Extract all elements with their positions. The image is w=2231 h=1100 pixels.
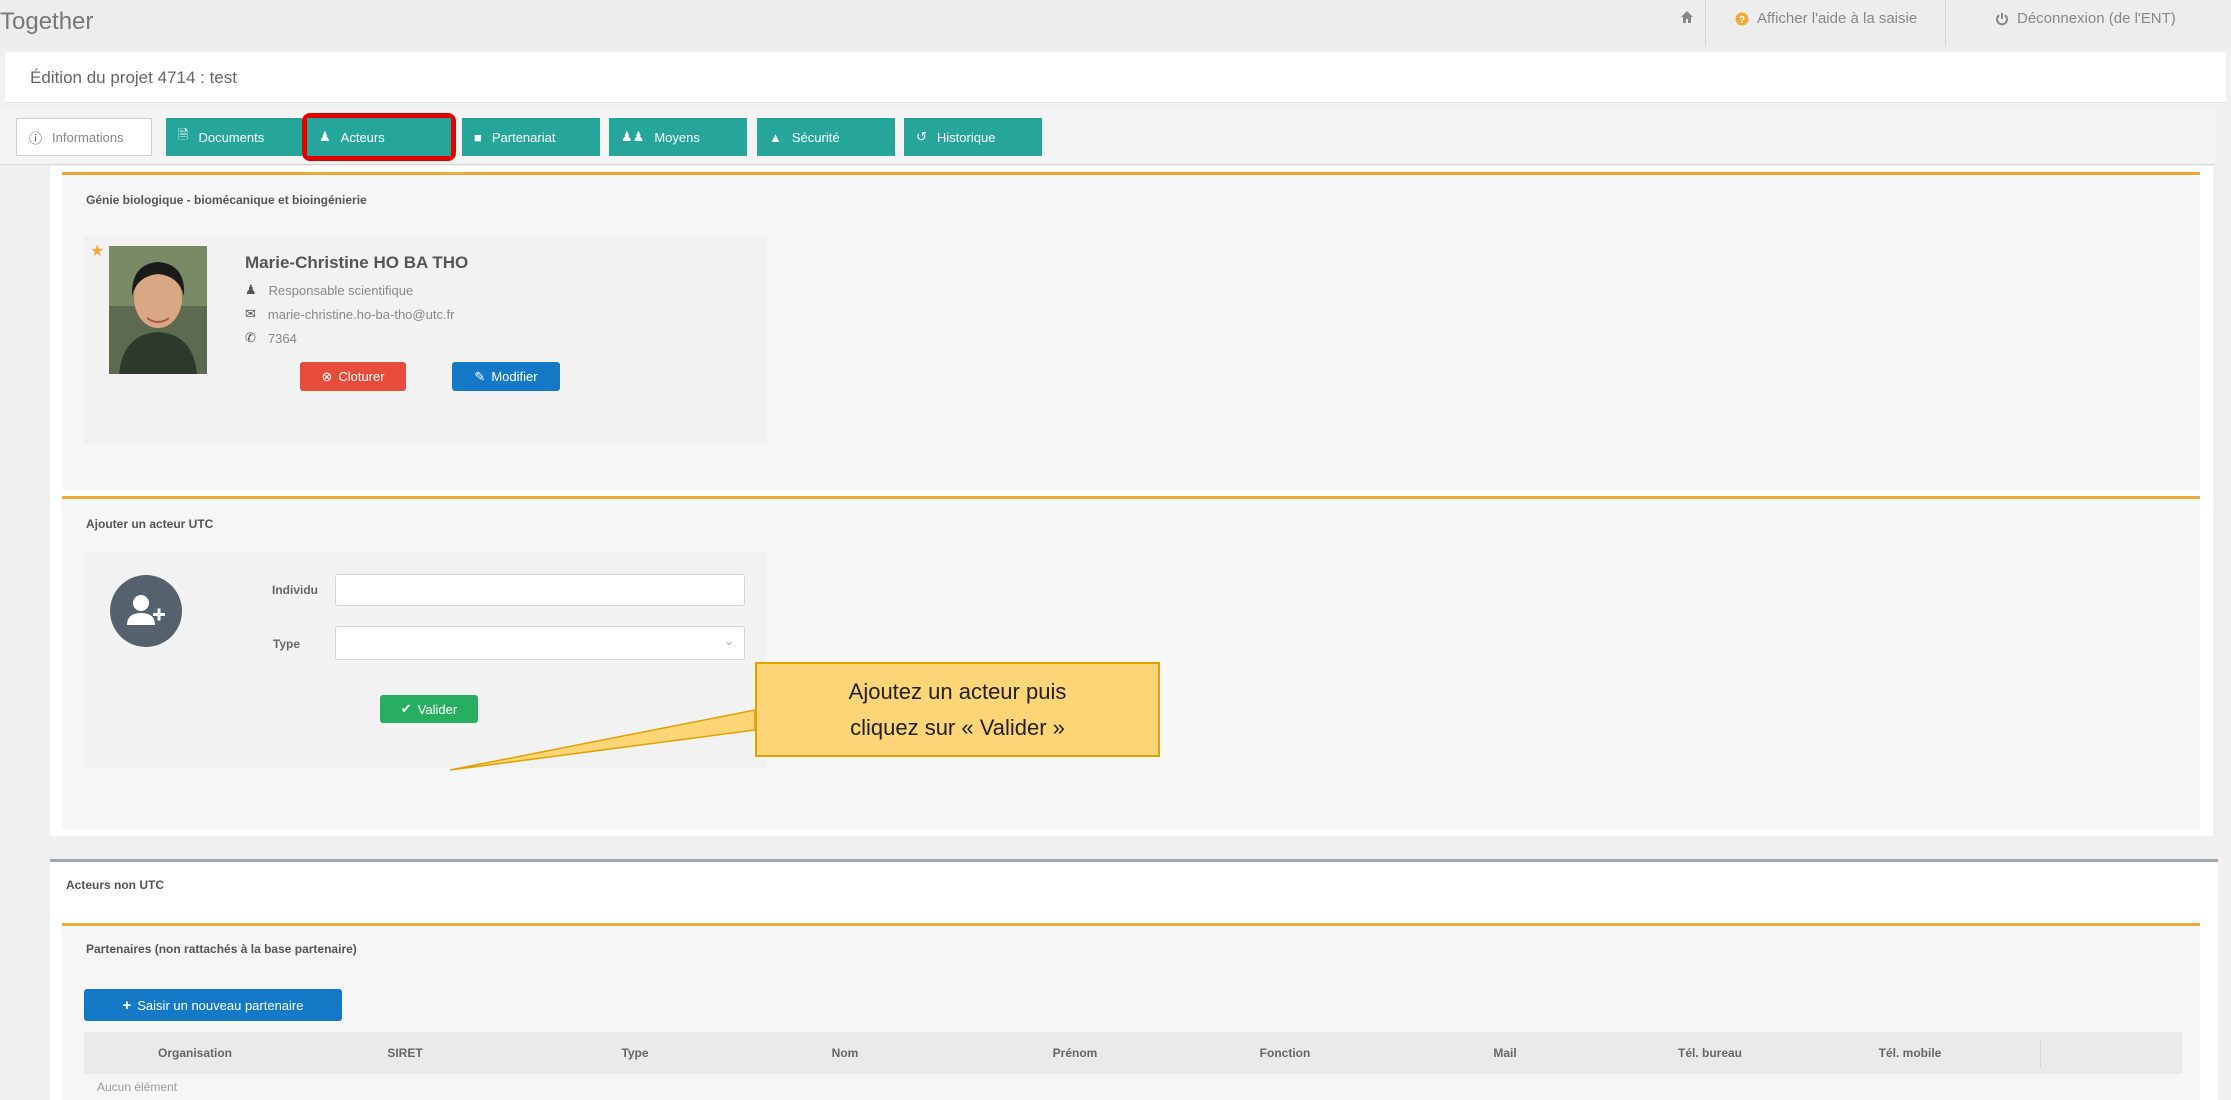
tab-label: Informations xyxy=(52,129,124,145)
callout-box: Ajoutez un acteur puis cliquez sur « Val… xyxy=(755,662,1160,757)
add-user-icon xyxy=(110,575,182,647)
section-title: Partenaires (non rattachés à la base par… xyxy=(86,942,357,956)
chevron-down-icon: ⌄ xyxy=(723,634,734,648)
close-button[interactable]: ⊗ Cloturer xyxy=(300,362,406,391)
role-text: Responsable scientifique xyxy=(268,282,414,298)
document-icon: 🗎 xyxy=(178,127,189,142)
close-label: Cloturer xyxy=(338,369,385,384)
column-header[interactable]: SIRET xyxy=(320,1046,490,1060)
tab-label: Documents xyxy=(198,129,265,145)
edit-icon: ✎ xyxy=(474,368,486,384)
power-icon xyxy=(1996,12,2008,25)
brand-logo[interactable]: Together xyxy=(0,8,93,36)
tab-securite[interactable]: ▲ Sécurité xyxy=(757,118,895,156)
tab-label: Moyens xyxy=(654,129,700,145)
phone-icon: ✆ xyxy=(245,330,256,345)
warning-icon: ▲ xyxy=(769,129,782,145)
person-name: Marie-Christine HO BA THO xyxy=(245,253,469,272)
close-circle-icon: ⊗ xyxy=(321,368,333,384)
users-icon: ♟♟ xyxy=(621,129,645,144)
help-link[interactable]: ? Afficher l'aide à la saisie xyxy=(1735,10,1917,27)
new-partner-button[interactable]: + Saisir un nouveau partenaire xyxy=(84,989,342,1021)
individual-label: Individu xyxy=(272,583,318,597)
envelope-icon: ✉ xyxy=(245,306,256,321)
tab-moyens[interactable]: ♟♟ Moyens xyxy=(609,118,747,156)
tab-acteurs[interactable]: ♟ Acteurs xyxy=(307,118,451,156)
person-email: ✉ marie-christine.ho-ba-tho@utc.fr xyxy=(245,306,455,322)
home-icon xyxy=(1681,11,1693,23)
column-header[interactable]: Organisation xyxy=(100,1046,290,1060)
section-title: Acteurs non UTC xyxy=(66,878,165,892)
edit-label: Modifier xyxy=(491,369,538,384)
callout-line: cliquez sur « Valider » xyxy=(850,715,1065,740)
new-partner-label: Saisir un nouveau partenaire xyxy=(137,997,304,1013)
tab-label: Historique xyxy=(936,129,996,145)
nav-divider xyxy=(1705,0,1706,46)
callout-line: Ajoutez un acteur puis xyxy=(848,679,1067,704)
tab-label: Partenariat xyxy=(491,129,556,145)
tab-historique[interactable]: ↺ Historique xyxy=(904,118,1042,156)
section-title: Génie biologique - biomécanique et bioin… xyxy=(86,193,367,207)
column-header[interactable]: Prénom xyxy=(990,1046,1160,1060)
edit-button[interactable]: ✎ Modifier xyxy=(452,362,560,391)
email-text[interactable]: marie-christine.ho-ba-tho@utc.fr xyxy=(268,307,455,322)
empty-table-text: Aucun élément xyxy=(97,1080,178,1094)
project-header xyxy=(5,52,2226,103)
column-divider xyxy=(2040,1040,2041,1068)
callout-pointer xyxy=(450,709,756,771)
tab-partenariat[interactable]: ■ Partenariat xyxy=(462,118,600,156)
column-header[interactable]: Fonction xyxy=(1200,1046,1370,1060)
plus-icon: + xyxy=(122,996,132,1014)
phone-text: 7364 xyxy=(267,330,297,346)
check-icon: ✔ xyxy=(400,701,412,716)
history-icon: ↺ xyxy=(916,129,927,144)
help-icon: ? xyxy=(1735,12,1749,26)
star-icon: ★ xyxy=(90,243,105,260)
logout-link[interactable]: Déconnexion (de l'ENT) xyxy=(1995,10,2176,27)
square-icon: ■ xyxy=(474,129,482,145)
svg-text:?: ? xyxy=(1739,15,1745,26)
person-phone: ✆ 7364 xyxy=(245,330,297,346)
section-title: Ajouter un acteur UTC xyxy=(86,517,214,531)
column-header[interactable]: Tél. bureau xyxy=(1625,1046,1795,1060)
info-icon: ⓘ xyxy=(29,130,43,146)
person-role: ♟ Responsable scientifique xyxy=(245,282,413,298)
tab-informations[interactable]: ⓘ Informations xyxy=(16,118,152,156)
logout-label: Déconnexion (de l'ENT) xyxy=(2017,10,2176,27)
nav-divider xyxy=(1945,0,1946,46)
user-icon: ♟ xyxy=(319,129,331,144)
individual-input[interactable] xyxy=(335,574,745,606)
column-header[interactable]: Nom xyxy=(760,1046,930,1060)
column-header[interactable]: Tél. mobile xyxy=(1825,1046,1995,1060)
tab-documents[interactable]: 🗎 Documents xyxy=(166,118,302,156)
home-link[interactable] xyxy=(1680,10,1694,24)
type-select[interactable]: ⌄ xyxy=(335,626,745,660)
column-header[interactable]: Mail xyxy=(1420,1046,1590,1060)
help-label: Afficher l'aide à la saisie xyxy=(1757,10,1918,27)
column-header[interactable]: Type xyxy=(550,1046,720,1060)
user-icon: ♟ xyxy=(245,282,257,297)
tab-label: Acteurs xyxy=(340,129,385,145)
tab-label: Sécurité xyxy=(791,129,840,145)
avatar xyxy=(109,246,207,374)
type-label: Type xyxy=(272,637,300,651)
page-title: Édition du projet 4714 : test xyxy=(30,68,237,87)
